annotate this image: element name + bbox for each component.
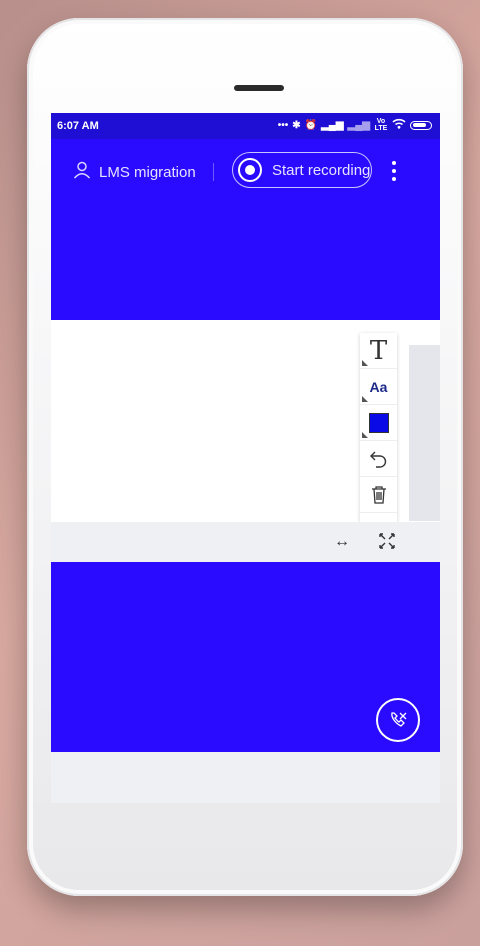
wifi-icon	[392, 118, 406, 132]
bottom-area	[51, 752, 440, 803]
font-size-button[interactable]: Aa	[360, 369, 397, 405]
more-notifications-icon: •••	[277, 119, 289, 131]
selected-color-swatch	[368, 412, 389, 433]
app-screen: 6:07 AM ••• ✱ ⏰ ▂▄▆ ▂▄▆ Vo LTE LMS migra…	[51, 113, 440, 803]
session-user[interactable]: LMS migration	[73, 161, 196, 183]
signal-icon: ▂▄▆	[321, 119, 344, 131]
font-size-icon: Aa	[369, 378, 388, 395]
submenu-indicator	[362, 360, 368, 366]
whiteboard-scroll-strip[interactable]	[409, 345, 440, 521]
signal-icon-2: ▂▄▆	[347, 119, 370, 131]
header-divider	[213, 163, 214, 181]
color-picker-button[interactable]	[360, 405, 397, 441]
phone-speaker	[234, 85, 284, 91]
text-tool-icon: T	[369, 335, 388, 366]
text-tool-button[interactable]: T	[360, 333, 397, 369]
more-options-icon[interactable]	[390, 161, 398, 181]
record-icon	[238, 158, 262, 182]
status-bar: 6:07 AM ••• ✱ ⏰ ▂▄▆ ▂▄▆ Vo LTE	[51, 113, 440, 139]
start-recording-label: Start recording	[272, 161, 371, 179]
submenu-indicator	[362, 432, 368, 438]
battery-icon	[410, 120, 432, 130]
undo-button[interactable]	[360, 441, 397, 477]
status-icons: ••• ✱ ⏰ ▂▄▆ ▂▄▆ Vo LTE	[278, 118, 432, 132]
undo-icon	[369, 451, 386, 468]
hangup-icon	[391, 712, 407, 727]
start-recording-button[interactable]: Start recording	[232, 152, 372, 188]
status-time: 6:07 AM	[57, 120, 99, 132]
expand-horizontal-icon[interactable]: ↔	[334, 533, 350, 551]
whiteboard-toolbar: T Aa	[360, 333, 397, 523]
alarm-icon: ⏰	[304, 119, 318, 131]
fullscreen-icon[interactable]	[379, 533, 395, 554]
session-user-label: LMS migration	[99, 163, 196, 181]
trash-icon	[371, 485, 386, 504]
user-icon	[73, 161, 91, 183]
bluetooth-icon: ✱	[292, 119, 301, 131]
network-type: Vo LTE	[374, 118, 388, 132]
delete-button[interactable]	[360, 477, 397, 513]
session-header: LMS migration Start recording	[51, 139, 440, 320]
submenu-indicator	[362, 396, 368, 402]
end-call-button[interactable]	[376, 698, 420, 742]
